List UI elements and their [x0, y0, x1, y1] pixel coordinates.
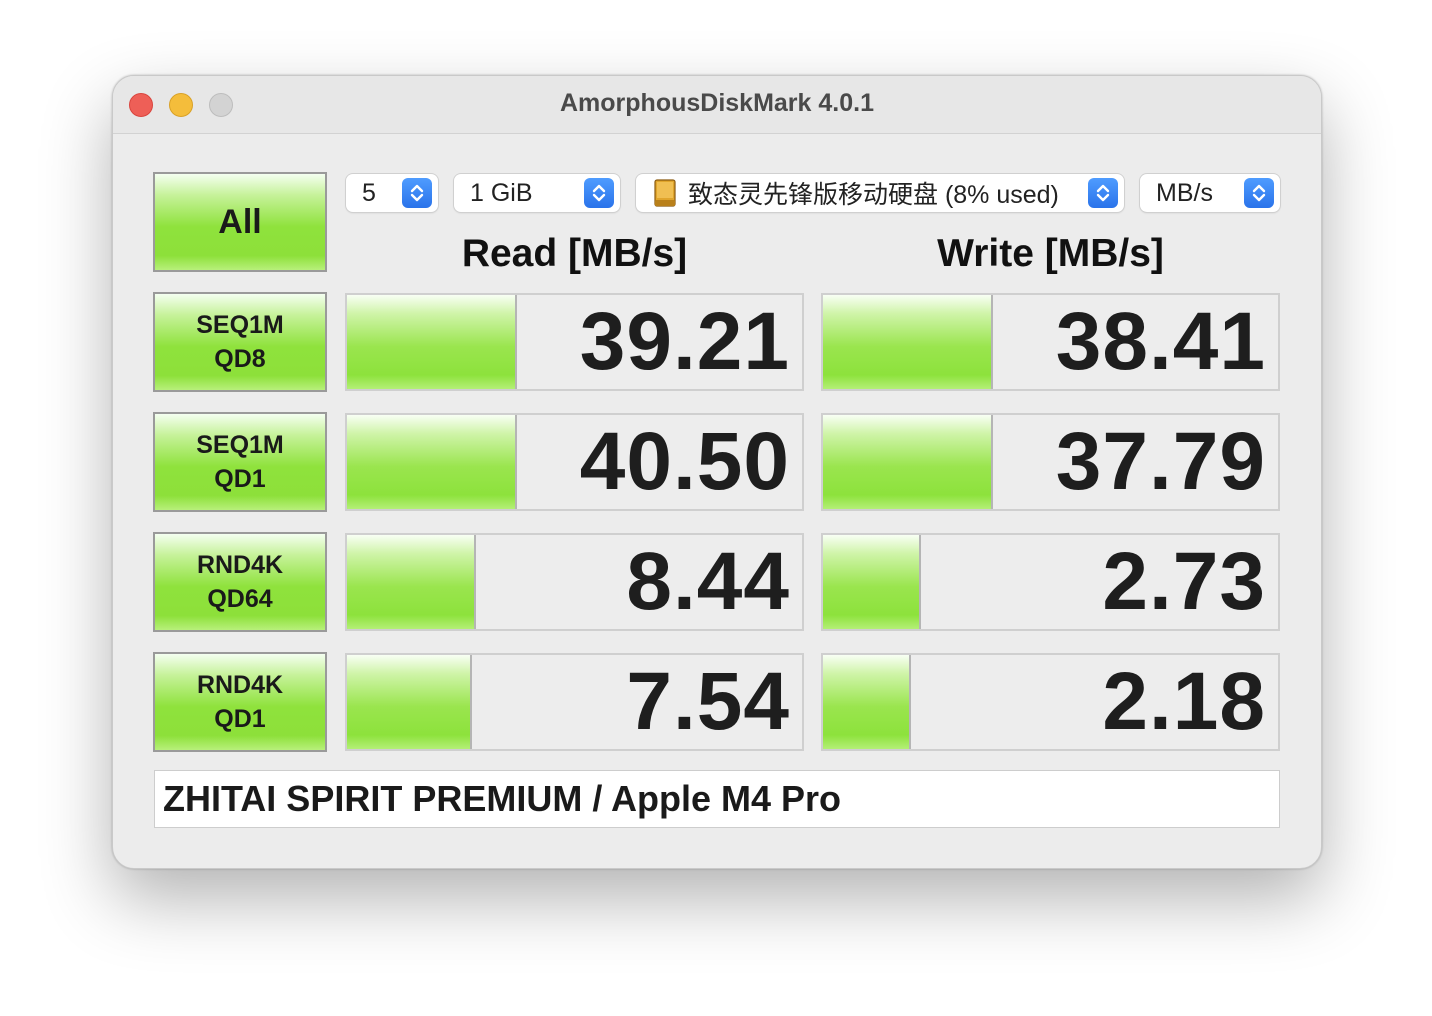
write-result-seq1m-qd8: 38.41 [821, 293, 1280, 391]
read-value: 7.54 [626, 656, 790, 747]
write-bar [823, 295, 994, 389]
read-result-rnd4k-qd1: 7.54 [345, 653, 804, 751]
app-window: AmorphousDiskMark 4.0.1 All 5 1 GiB 致态灵先… [112, 75, 1322, 869]
read-bar [347, 535, 477, 629]
write-result-seq1m-qd1: 37.79 [821, 413, 1280, 511]
write-result-rnd4k-qd1: 2.18 [821, 653, 1280, 751]
test-button-seq1m-qd8[interactable]: SEQ1M QD8 [153, 292, 327, 392]
write-result-rnd4k-qd64: 2.73 [821, 533, 1280, 631]
read-bar [347, 655, 472, 749]
test-label-line2: QD1 [214, 465, 266, 493]
read-value: 39.21 [579, 296, 790, 387]
test-label-line1: RND4K [196, 551, 284, 579]
read-value: 40.50 [579, 416, 790, 507]
test-count-value: 5 [362, 178, 376, 207]
write-column-header: Write [MB/s] [937, 232, 1164, 275]
test-label-line1: SEQ1M [196, 311, 284, 339]
updown-chevron-icon [1088, 178, 1118, 208]
test-size-select[interactable]: 1 GiB [454, 174, 620, 212]
read-value: 8.44 [626, 536, 790, 627]
test-label-line1: RND4K [196, 671, 284, 699]
test-button-rnd4k-qd64[interactable]: RND4K QD64 [153, 532, 327, 632]
run-all-button[interactable]: All [153, 172, 327, 272]
write-value: 2.73 [1102, 536, 1266, 627]
updown-chevron-icon [584, 178, 614, 208]
read-result-seq1m-qd1: 40.50 [345, 413, 804, 511]
drive-value: 致态灵先锋版移动硬盘 (8% used) [688, 181, 1059, 209]
write-bar [823, 535, 921, 629]
updown-chevron-icon [1244, 178, 1274, 208]
test-label-line1: SEQ1M [196, 431, 284, 459]
drive-select[interactable]: 致态灵先锋版移动硬盘 (8% used) [636, 174, 1124, 212]
test-size-value: 1 GiB [470, 178, 533, 207]
read-column-header: Read [MB/s] [461, 232, 688, 275]
external-drive-icon [652, 179, 678, 207]
window-title: AmorphousDiskMark 4.0.1 [560, 89, 874, 117]
title-bar: AmorphousDiskMark 4.0.1 [113, 76, 1321, 134]
read-bar [347, 295, 518, 389]
test-button-rnd4k-qd1[interactable]: RND4K QD1 [153, 652, 327, 752]
unit-select[interactable]: MB/s [1140, 174, 1280, 212]
write-value: 2.18 [1102, 656, 1266, 747]
test-label-line2: QD8 [214, 345, 266, 373]
read-result-rnd4k-qd64: 8.44 [345, 533, 804, 631]
test-button-seq1m-qd1[interactable]: SEQ1M QD1 [153, 412, 327, 512]
comment-field[interactable]: ZHITAI SPIRIT PREMIUM / Apple M4 Pro [154, 770, 1280, 828]
read-bar [347, 415, 518, 509]
updown-chevron-icon [402, 178, 432, 208]
write-bar [823, 415, 994, 509]
test-label-line2: QD64 [207, 585, 273, 613]
write-bar [823, 655, 912, 749]
write-value: 38.41 [1055, 296, 1266, 387]
read-result-seq1m-qd8: 39.21 [345, 293, 804, 391]
test-label-line2: QD1 [214, 705, 266, 733]
write-value: 37.79 [1055, 416, 1266, 507]
unit-value: MB/s [1156, 178, 1213, 207]
test-count-select[interactable]: 5 [346, 174, 438, 212]
